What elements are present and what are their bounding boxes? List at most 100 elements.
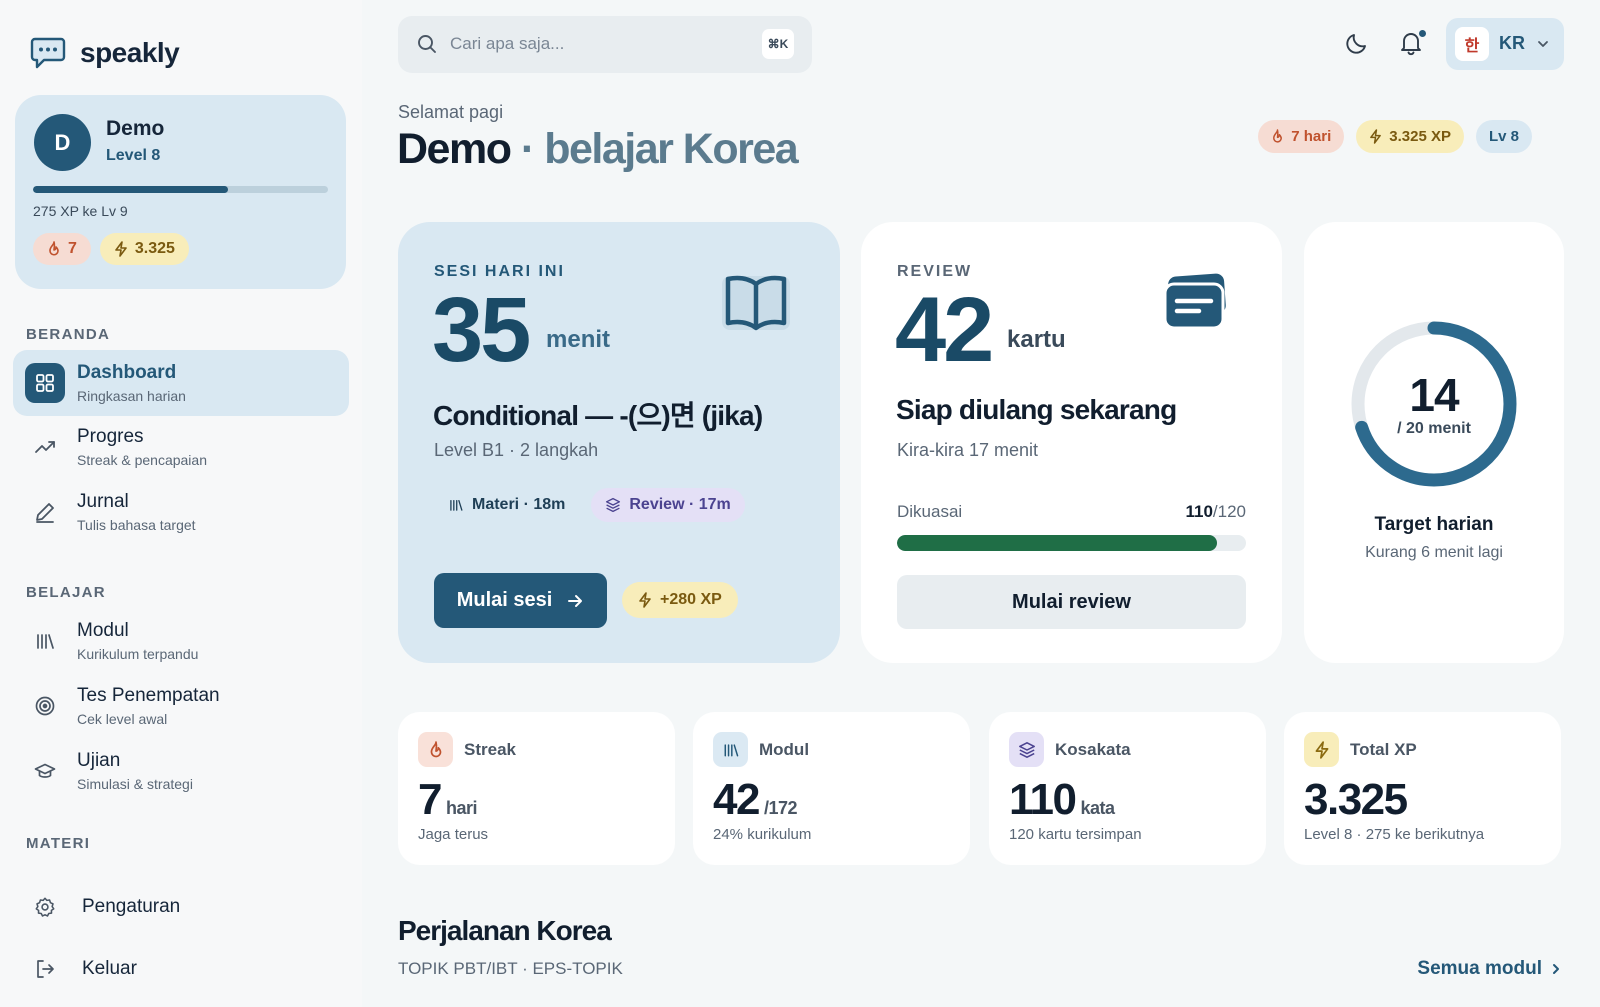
sidebar-item-sub: Streak & pencapaian	[77, 452, 207, 468]
sidebar-item-jurnal[interactable]: Jurnal Tulis bahasa target	[13, 479, 349, 545]
layers-icon	[1009, 732, 1044, 767]
title-subtitle: belajar Korea	[544, 125, 798, 173]
lesson-meta: Level B1 · 2 langkah	[434, 440, 599, 460]
stat-card-modul[interactable]: Modul 42/172 24% kurikulum	[693, 712, 970, 865]
flashcards-icon	[1161, 272, 1229, 334]
sidebar-item-label: Ujian	[77, 750, 121, 771]
sidebar: speakly D Demo Level 8 275 XP ke Lv 9 7 …	[0, 0, 362, 1007]
sidebar-item-keluar[interactable]: Keluar	[13, 936, 349, 1002]
sidebar-item-tes-penempatan[interactable]: Tes Penempatan Cek level awal	[13, 673, 349, 739]
streak-value: 7	[68, 240, 77, 257]
logout-icon	[25, 949, 65, 989]
sidebar-item-label: Keluar	[82, 958, 137, 979]
review-unit: kartu	[1007, 326, 1066, 353]
chevron-down-icon	[1536, 37, 1550, 51]
streak-badge-text: 7 hari	[1291, 128, 1332, 145]
gear-icon	[25, 887, 65, 927]
sidebar-item-sub: Ringkasan harian	[77, 388, 186, 404]
stat-label: Modul	[759, 740, 810, 759]
xp-badge: 3.325 XP	[1356, 120, 1464, 153]
xp-reward-chip: +280 XP	[622, 582, 738, 618]
sidebar-item-modul[interactable]: Modul Kurikulum terpandu	[13, 608, 349, 674]
lesson-title: Conditional — -(으)면 (jika)	[433, 400, 763, 431]
search-bar[interactable]: Cari apa saja... ⌘K	[398, 16, 812, 73]
xp-reward-text: +280 XP	[660, 591, 722, 608]
profile-level: Level 8	[106, 147, 161, 164]
session-minutes: 35	[432, 279, 531, 381]
start-review-button[interactable]: Mulai review	[897, 575, 1246, 629]
flame-icon	[1271, 129, 1284, 144]
stat-value: 7	[418, 775, 442, 824]
stat-value-row: 110 kata	[1009, 778, 1115, 822]
library-icon	[25, 621, 65, 661]
library-icon	[713, 732, 748, 767]
material-chip-text: Materi · 18m	[472, 496, 566, 513]
stat-value: 110	[1009, 775, 1077, 824]
section-title: Perjalanan Korea	[398, 915, 612, 946]
all-modules-link[interactable]: Semua modul	[1417, 958, 1562, 980]
stat-card-streak[interactable]: Streak 7 hari Jaga terus	[398, 712, 675, 865]
book-open-icon	[720, 270, 792, 334]
mastered-progress-fill	[897, 535, 1218, 551]
language-selector[interactable]: 한 KR	[1446, 18, 1564, 70]
stat-sub: Jaga terus	[418, 826, 489, 843]
start-session-button[interactable]: Mulai sesi	[434, 573, 607, 628]
stat-card-kosakata[interactable]: Kosakata 110 kata 120 kartu tersimpan	[989, 712, 1266, 865]
flame-icon	[47, 241, 61, 257]
level-progress-bar	[33, 186, 328, 193]
target-icon	[25, 686, 65, 726]
avatar: D	[34, 114, 91, 171]
stat-card-total-xp[interactable]: Total XP 3.325 Level 8 · 275 ke berikutn…	[1284, 712, 1561, 865]
pencil-icon	[25, 492, 65, 532]
profile-name: Demo	[106, 117, 165, 140]
target-note: Kurang 6 menit lagi	[1365, 544, 1503, 561]
arrow-right-icon	[566, 592, 584, 610]
language-code: KR	[1499, 33, 1525, 53]
logo[interactable]: speakly	[30, 36, 180, 70]
sidebar-item-label: Modul	[77, 620, 129, 641]
search-shortcut: ⌘K	[762, 29, 794, 59]
review-chip: Review · 17m	[591, 488, 745, 522]
user-name: Demo	[397, 125, 512, 173]
review-title: Siap diulang sekarang	[896, 394, 1177, 425]
sidebar-item-sub: Cek level awal	[77, 711, 168, 727]
stat-sub: 120 kartu tersimpan	[1009, 826, 1142, 843]
review-chip-text: Review · 17m	[629, 496, 731, 513]
streak-badge: 7 hari	[1258, 120, 1345, 153]
stat-sub: Level 8 · 275 ke berikutnya	[1304, 826, 1485, 843]
xp-value: 3.325	[134, 240, 175, 257]
graduation-cap-icon	[25, 751, 65, 791]
sidebar-item-progres[interactable]: Progres Streak & pencapaian	[13, 414, 349, 480]
stat-value: 42	[713, 775, 760, 824]
stat-label: Total XP	[1350, 740, 1417, 759]
mastered-label: Dikuasai	[897, 502, 963, 521]
today-session-card: SESI HARI INI 35 menit Conditional — -(으…	[398, 222, 840, 663]
all-modules-label: Semua modul	[1417, 958, 1542, 979]
bolt-icon	[1304, 732, 1339, 767]
stat-label: Streak	[464, 740, 516, 759]
mastered-value: 110/120	[1185, 502, 1246, 522]
xp-pill: 3.325	[99, 233, 189, 265]
section-belajar: BELAJAR	[26, 584, 106, 601]
moon-icon[interactable]	[1344, 30, 1370, 56]
target-minutes: 14	[1409, 369, 1459, 421]
sidebar-item-ujian[interactable]: Ujian Simulasi & strategi	[13, 738, 349, 804]
sidebar-item-label: Pengaturan	[82, 896, 181, 917]
sidebar-item-dashboard[interactable]: Dashboard Ringkasan harian	[13, 350, 349, 416]
sidebar-item-pengaturan[interactable]: Pengaturan	[13, 874, 349, 940]
review-count: 42	[895, 279, 994, 381]
trending-up-icon	[25, 427, 65, 467]
stat-label: Kosakata	[1055, 740, 1131, 759]
layers-icon	[605, 497, 621, 513]
sidebar-item-label: Progres	[77, 426, 144, 447]
level-badge: Lv 8	[1475, 120, 1532, 153]
profile-card[interactable]: D Demo Level 8 275 XP ke Lv 9 7 3.325	[15, 95, 346, 289]
stat-value-row: 3.325	[1304, 778, 1412, 822]
stat-value: 3.325	[1304, 775, 1408, 824]
search-input[interactable]: Cari apa saja...	[450, 34, 564, 54]
review-estimate: Kira-kira 17 menit	[897, 440, 1039, 460]
title-separator: ·	[520, 125, 535, 173]
stat-unit: /172	[763, 798, 798, 818]
stat-sub: 24% kurikulum	[713, 826, 812, 843]
greeting: Selamat pagi	[398, 102, 504, 122]
